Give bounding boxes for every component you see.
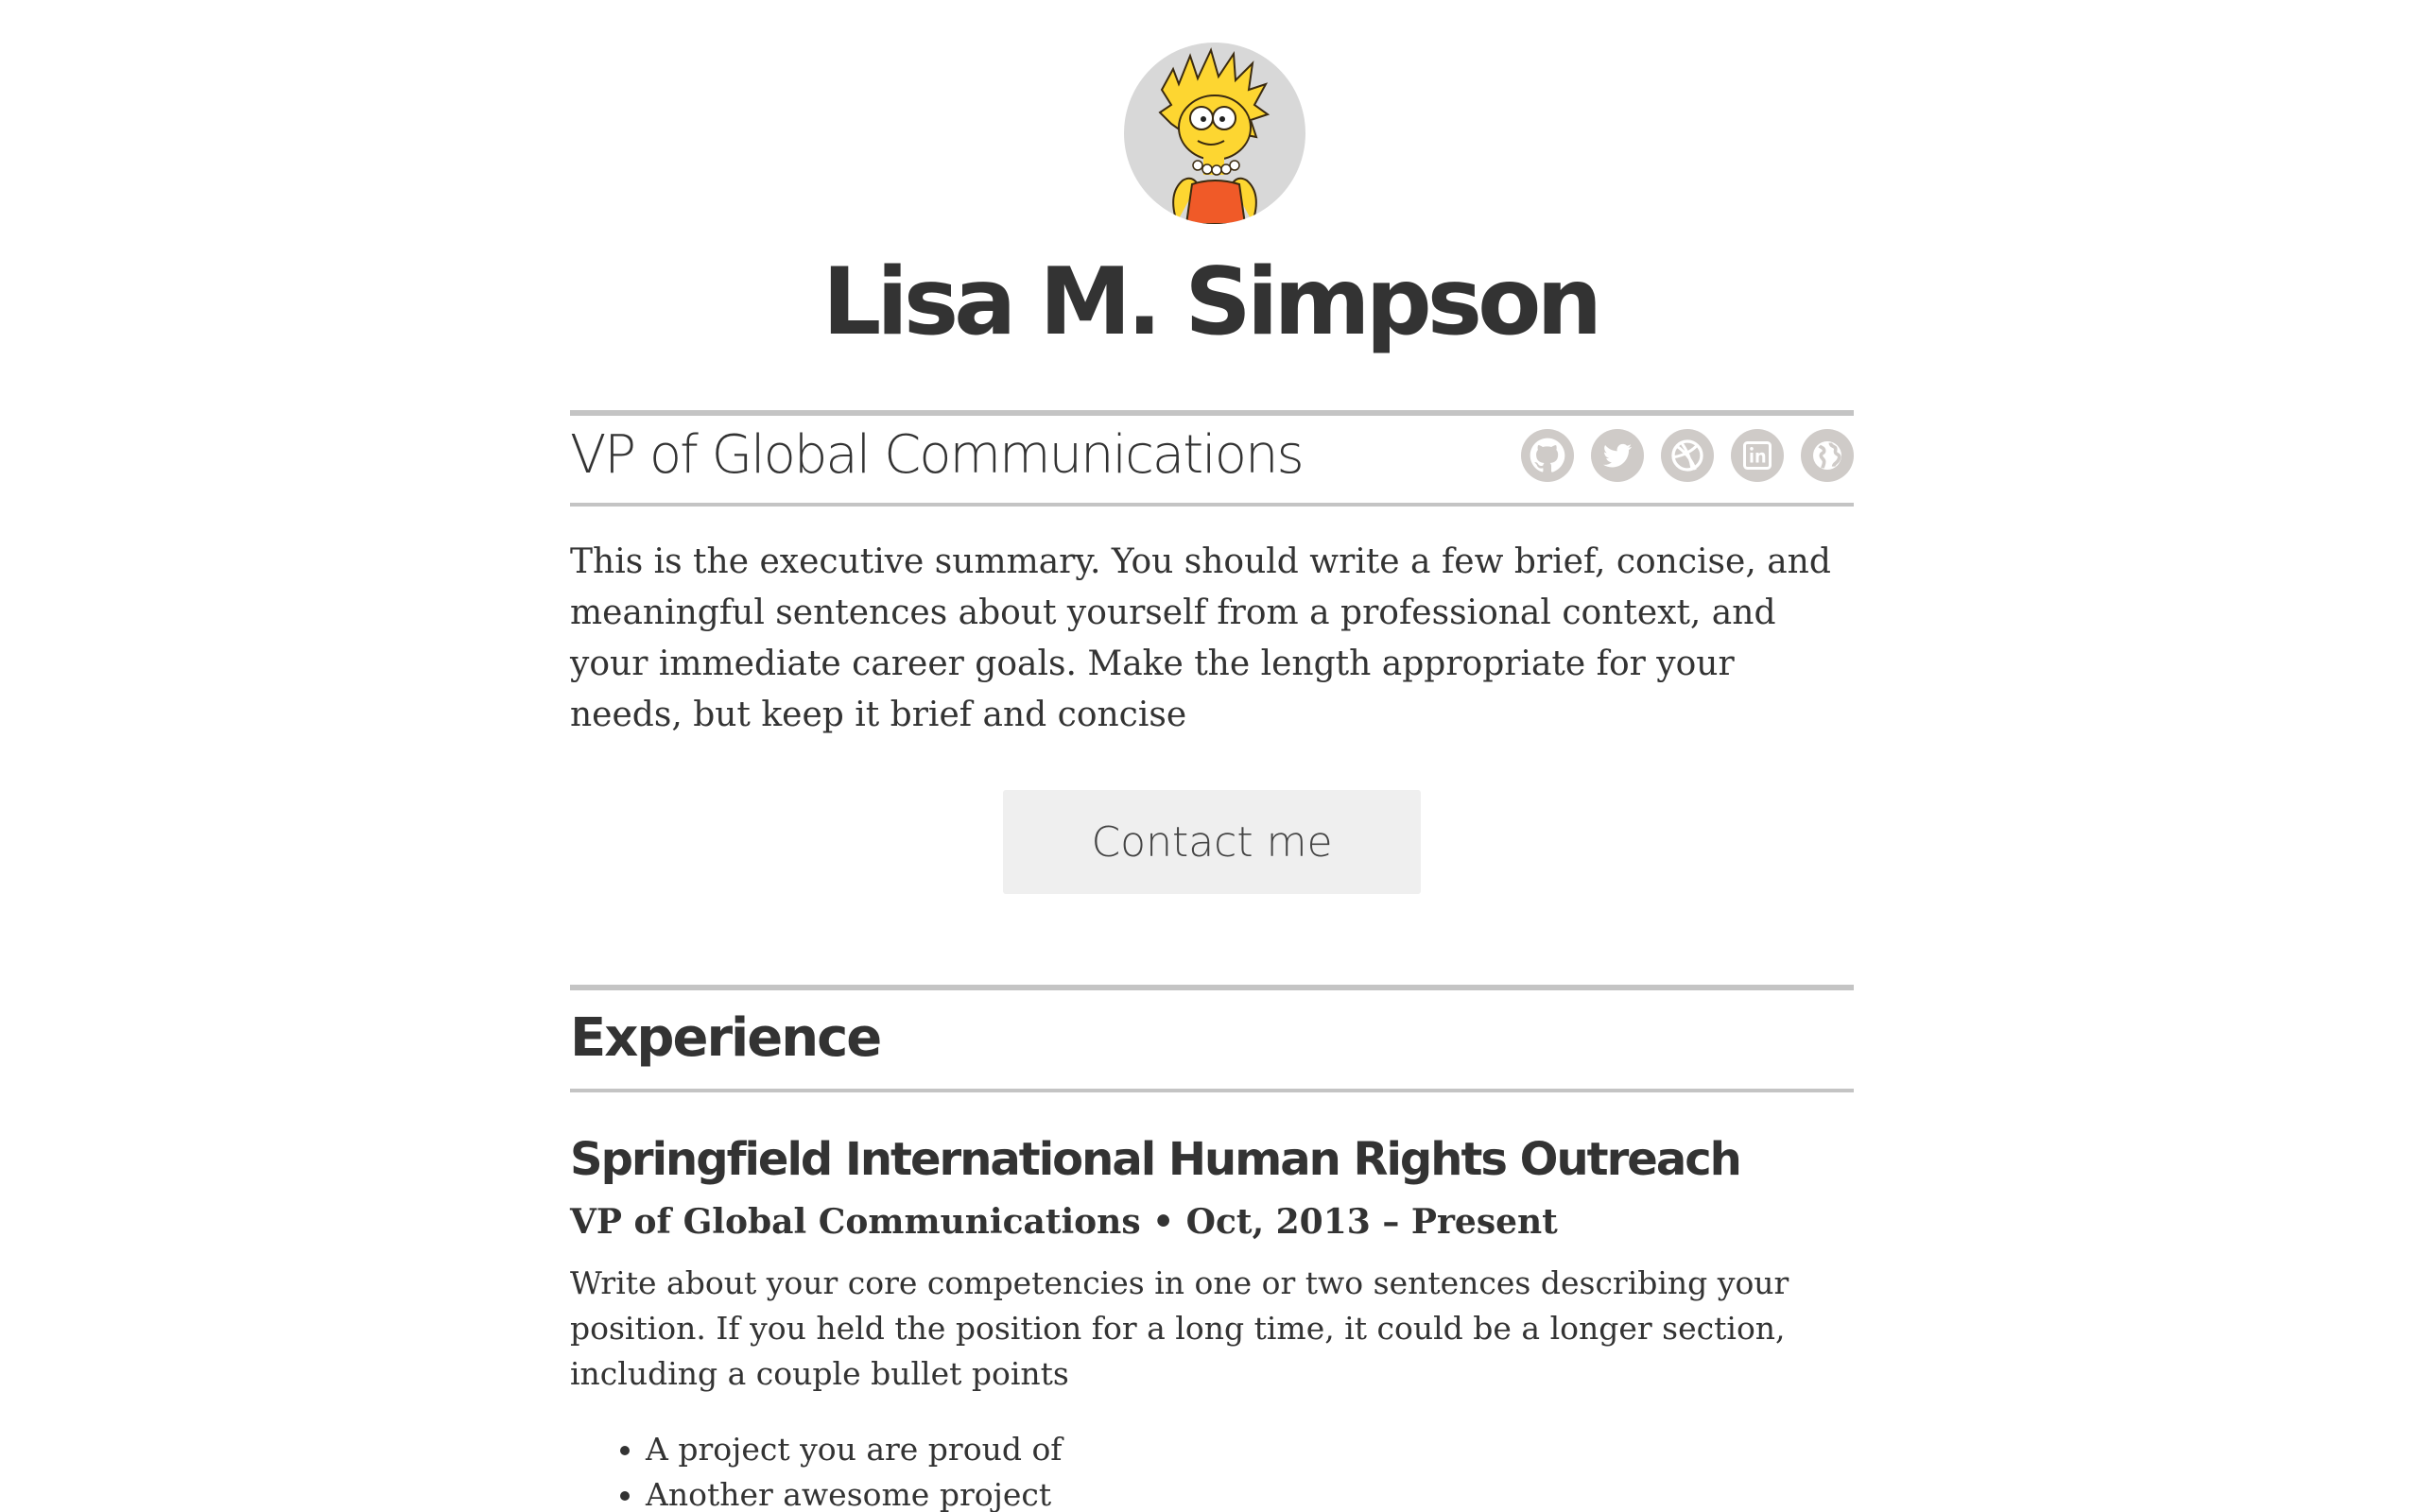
headline-title: VP of Global Communications [570, 424, 1305, 486]
list-item: Another awesome project [646, 1472, 1063, 1512]
divider [570, 1089, 1854, 1092]
globe-icon[interactable] [1801, 429, 1854, 482]
linkedin-icon[interactable] [1731, 429, 1784, 482]
divider [570, 503, 1854, 507]
job-description: Write about your core competencies in on… [570, 1264, 1789, 1392]
person-name: Lisa M. Simpson [821, 249, 1602, 356]
position-dates: VP of Global Communications • Oct, 2013 … [570, 1202, 1558, 1242]
social-links [1521, 429, 1854, 482]
company-name: Springfield International Human Rights O… [570, 1133, 1742, 1186]
list-item: A project you are proud of [646, 1427, 1063, 1472]
dribbble-icon[interactable] [1661, 429, 1714, 482]
twitter-icon[interactable] [1591, 429, 1644, 482]
contact-me-button[interactable]: Contact me [1003, 790, 1421, 894]
resume-page: Lisa M. Simpson VP of Global Communicati… [0, 0, 2420, 1512]
divider [570, 410, 1854, 416]
divider [570, 985, 1854, 990]
executive-summary: This is the executive summary. You shoul… [570, 542, 1831, 734]
github-icon[interactable] [1521, 429, 1574, 482]
job-bullets: A project you are proud of Another aweso… [570, 1427, 1063, 1512]
avatar [1124, 43, 1305, 224]
section-heading-experience: Experience [570, 1007, 882, 1069]
